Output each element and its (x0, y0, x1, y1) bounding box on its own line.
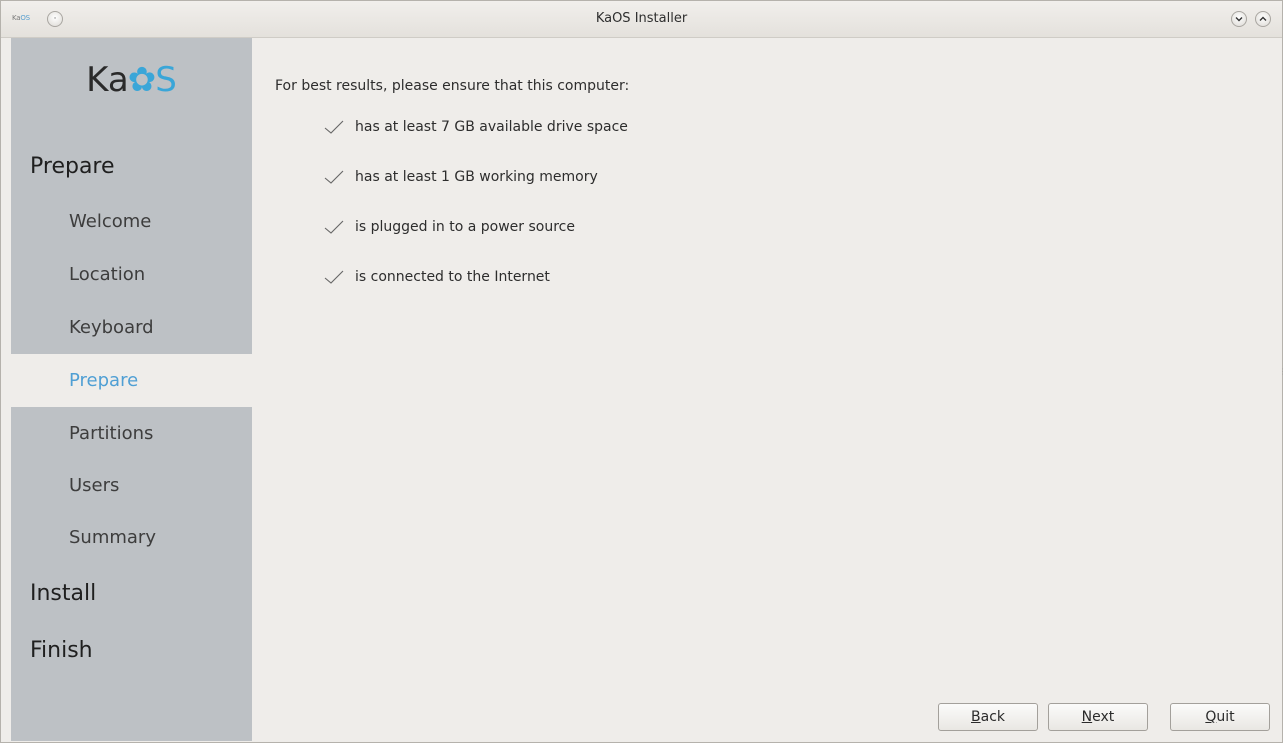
gear-icon: ✿ (127, 60, 157, 100)
back-button-label: ack (980, 709, 1005, 725)
checkmark-icon (324, 270, 344, 284)
next-button-mnemonic: N (1081, 709, 1093, 725)
requirement-item: is connected to the Internet (324, 267, 550, 287)
quit-button-mnemonic: Q (1205, 709, 1217, 725)
sidebar-item-label: Location (69, 264, 146, 285)
requirement-text: is connected to the Internet (355, 269, 550, 285)
window-title: KaOS Installer (595, 11, 688, 26)
checkmark-icon (324, 220, 344, 234)
installer-window: KaOS · KaOS Installer Ka✿S Prepare Welco… (0, 0, 1283, 743)
steps-sidebar: Ka✿S Prepare Welcome Location Keyboard P… (11, 38, 252, 741)
requirement-text: has at least 7 GB available drive space (355, 119, 628, 135)
quit-button-label: uit (1216, 709, 1235, 725)
logo-prefix: Ka (86, 60, 129, 100)
back-button-mnemonic: B (971, 709, 981, 725)
sidebar-item-label: Partitions (69, 423, 154, 444)
sidebar-item-label: Prepare (69, 370, 139, 391)
logo-suffix: S (155, 60, 177, 100)
chevron-down-icon (1235, 17, 1243, 22)
prepare-page: For best results, please ensure that thi… (252, 38, 1282, 741)
sidebar-item-partitions[interactable]: Partitions (11, 407, 252, 460)
requirement-item: has at least 7 GB available drive space (324, 117, 628, 137)
sidebar-item-label: Summary (69, 527, 156, 548)
quit-button[interactable]: Quit (1170, 703, 1270, 731)
chevron-up-icon (1259, 16, 1267, 21)
kaos-logo: Ka✿S (11, 60, 252, 100)
back-button[interactable]: Back (938, 703, 1038, 731)
sidebar-item-label: Keyboard (69, 317, 154, 338)
section-install: Install (30, 581, 97, 606)
checkmark-icon (324, 120, 344, 134)
sidebar-item-summary[interactable]: Summary (11, 511, 252, 564)
sidebar-item-location[interactable]: Location (11, 248, 252, 301)
requirement-item: has at least 1 GB working memory (324, 167, 598, 187)
requirement-text: has at least 1 GB working memory (355, 169, 598, 185)
requirement-text: is plugged in to a power source (355, 219, 575, 235)
sidebar-item-welcome[interactable]: Welcome (11, 195, 252, 248)
checkmark-icon (324, 170, 344, 184)
resize-grip[interactable]: ⋮ (1279, 367, 1283, 377)
requirement-item: is plugged in to a power source (324, 217, 575, 237)
sidebar-item-users[interactable]: Users (11, 459, 252, 512)
sidebar-item-label: Welcome (69, 211, 152, 232)
sidebar-item-prepare[interactable]: Prepare (11, 354, 252, 407)
section-finish: Finish (30, 638, 93, 663)
requirements-intro: For best results, please ensure that thi… (275, 78, 630, 94)
title-bar: KaOS · KaOS Installer (1, 1, 1282, 38)
section-prepare: Prepare (30, 154, 115, 179)
next-button[interactable]: Next (1048, 703, 1148, 731)
sidebar-item-label: Users (69, 475, 120, 496)
sidebar-item-keyboard[interactable]: Keyboard (11, 301, 252, 354)
maximize-button[interactable] (1255, 11, 1271, 27)
next-button-label: ext (1092, 709, 1115, 725)
minimize-button[interactable] (1231, 11, 1247, 27)
